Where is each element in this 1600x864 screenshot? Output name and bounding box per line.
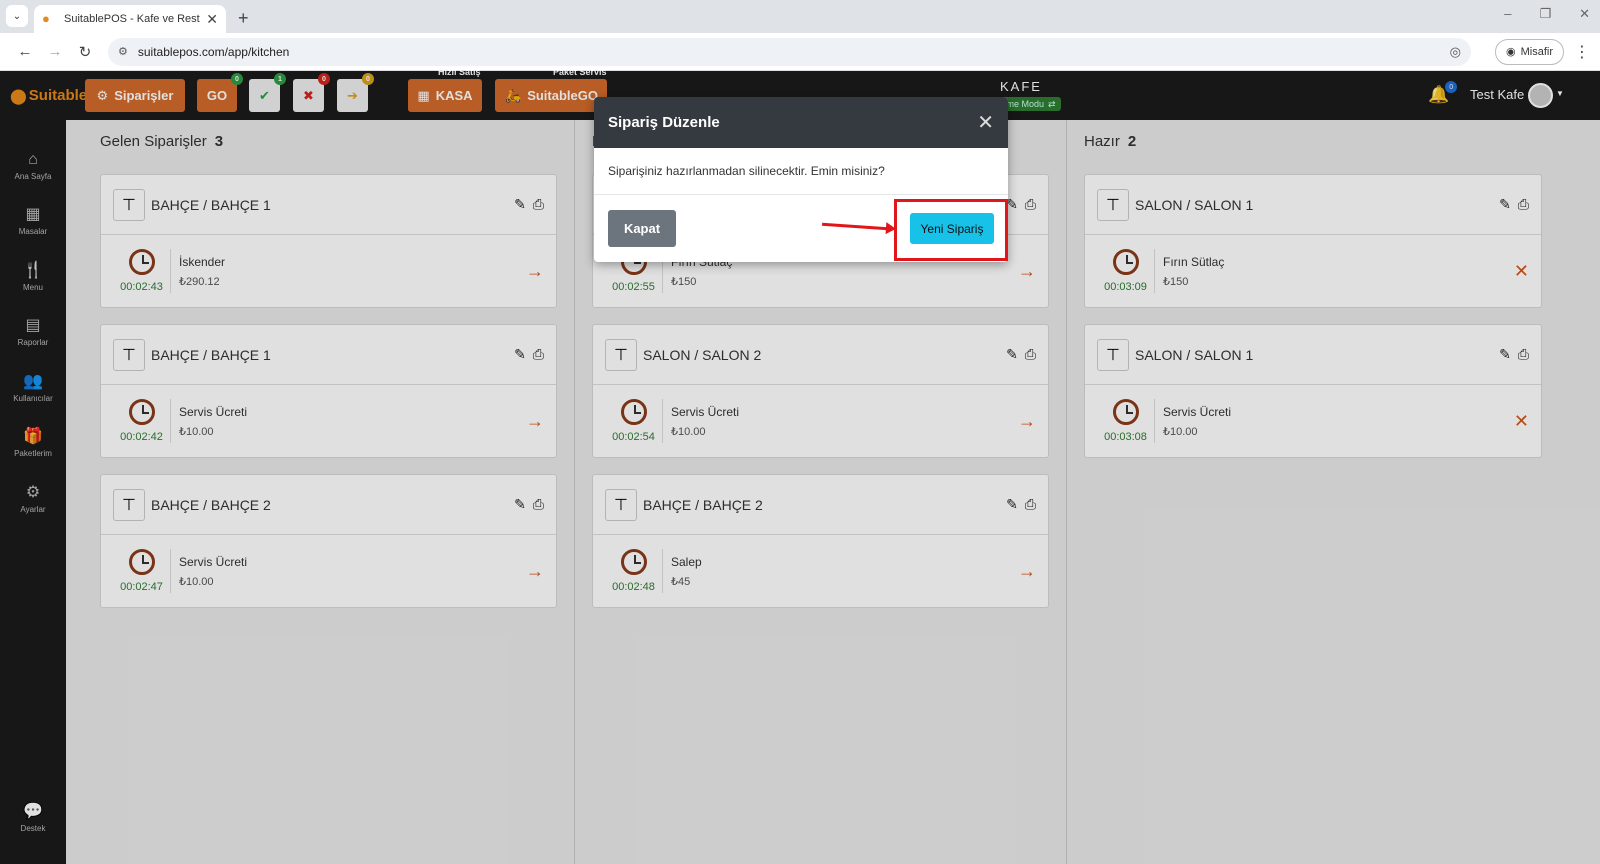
new-tab-button[interactable]: + <box>238 8 249 29</box>
modal-body: Siparişiniz hazırlanmadan silinecektir. … <box>594 148 1008 195</box>
modal-message: Siparişiniz hazırlanmadan silinecektir. … <box>608 164 885 178</box>
minimize-icon[interactable]: – <box>1504 6 1511 22</box>
close-icon[interactable]: ✕ <box>977 110 994 135</box>
tracking-protection-icon[interactable]: ◎ <box>1450 44 1461 60</box>
modal-header: Sipariş Düzenle ✕ <box>594 97 1008 148</box>
profile-label: Misafir <box>1520 45 1553 58</box>
close-button[interactable]: Kapat <box>608 210 676 247</box>
profile-icon: ◉ <box>1506 46 1516 58</box>
close-tab-icon[interactable]: ✕ <box>206 11 218 28</box>
address-bar[interactable]: ⚙ suitablepos.com/app/kitchen ◎ <box>108 37 1471 66</box>
window-controls: – ❐ ✕ <box>1504 6 1590 22</box>
modal-footer: Kapat Yeni Sipariş <box>594 195 1008 262</box>
tab-title: SuitablePOS - Kafe ve Restoran <box>64 13 200 25</box>
tab-list-button[interactable]: ⌄ <box>6 5 28 27</box>
profile-button[interactable]: ◉ Misafir <box>1495 38 1564 65</box>
close-window-icon[interactable]: ✕ <box>1579 6 1590 22</box>
site-info-icon[interactable]: ⚙ <box>118 45 128 58</box>
browser-tab[interactable]: ● SuitablePOS - Kafe ve Restoran ✕ <box>34 5 226 33</box>
modal-title: Sipariş Düzenle <box>608 114 720 131</box>
annotation-arrow <box>821 222 889 231</box>
reload-icon[interactable]: ↻ <box>70 43 100 61</box>
browser-menu-icon[interactable]: ⋮ <box>1574 42 1590 62</box>
browser-toolbar: ← → ↻ ⚙ suitablepos.com/app/kitchen ◎ ◉ … <box>0 33 1600 71</box>
forward-icon[interactable]: → <box>40 43 70 60</box>
restore-icon[interactable]: ❐ <box>1539 6 1551 22</box>
browser-tabbar: ⌄ ● SuitablePOS - Kafe ve Restoran ✕ + –… <box>0 0 1600 33</box>
site-favicon-icon: ● <box>42 11 50 26</box>
url-text: suitablepos.com/app/kitchen <box>137 44 290 59</box>
back-icon[interactable]: ← <box>10 43 40 60</box>
new-order-button[interactable]: Yeni Sipariş <box>910 213 994 244</box>
edit-order-modal: Sipariş Düzenle ✕ Siparişiniz hazırlanma… <box>594 97 1008 262</box>
